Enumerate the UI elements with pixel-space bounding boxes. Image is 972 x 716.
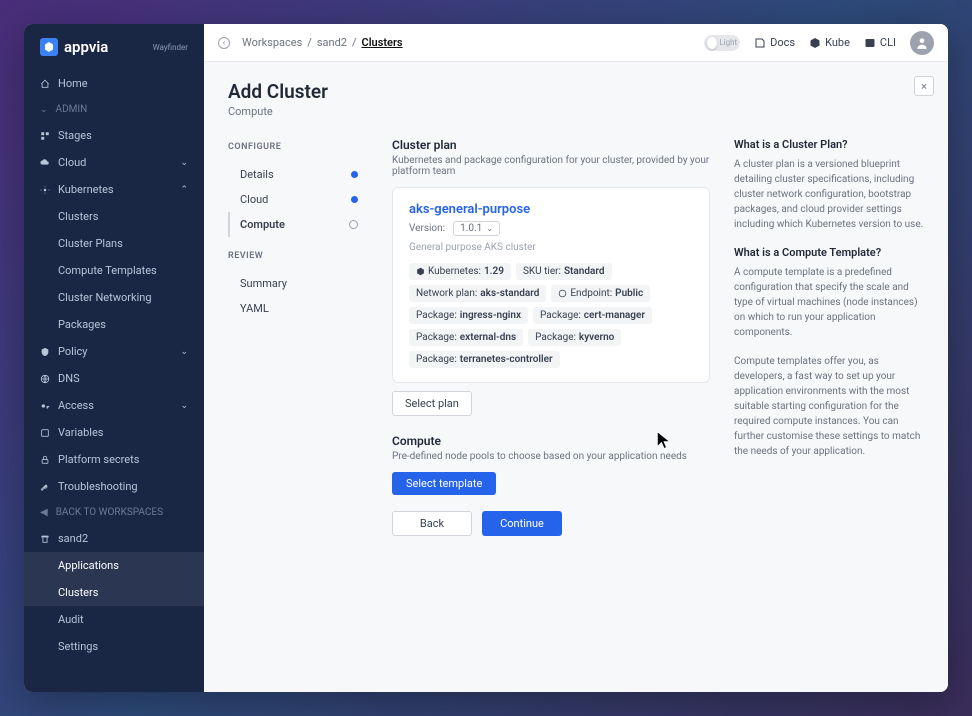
chevron-down-icon: ⌄ — [180, 401, 188, 411]
nav-k8s-clusters[interactable]: Clusters — [24, 203, 204, 230]
back-icon[interactable]: ‹ — [218, 37, 230, 49]
nav-back-workspaces[interactable]: ◀ BACK TO WORKSPACES — [24, 500, 204, 525]
plan-name: aks-general-purpose — [409, 202, 693, 217]
docs-icon — [754, 37, 766, 49]
compute-section-desc: Pre-defined node pools to choose based o… — [392, 451, 710, 462]
arrow-left-icon: ◀ — [40, 507, 48, 518]
nav-variables[interactable]: Variables — [24, 419, 204, 446]
kube-link[interactable]: Kube — [809, 36, 850, 49]
crumb-sand2[interactable]: sand2 — [317, 36, 347, 49]
tag-sku: SKU tier: Standard — [516, 263, 612, 280]
crumb-clusters[interactable]: Clusters — [362, 36, 403, 49]
content: × Add Cluster Compute CONFIGURE Details … — [204, 62, 948, 692]
wizard-step-details[interactable]: Details — [228, 162, 368, 187]
help-text-3: Compute templates offer you, as develope… — [734, 354, 924, 459]
kube-icon — [809, 37, 821, 49]
plan-description: General purpose AKS cluster — [409, 242, 693, 253]
tag-pkg-kyverno: Package: kyverno — [528, 329, 621, 346]
plan-card: aks-general-purpose Version: 1.0.1 ⌄ Gen… — [392, 187, 710, 383]
logo-icon — [40, 38, 58, 56]
layout-columns: CONFIGURE Details Cloud Compute REVIEW S… — [228, 138, 924, 536]
user-icon — [915, 36, 929, 50]
help-panel: What is a Cluster Plan? A cluster plan i… — [734, 138, 924, 536]
select-plan-button[interactable]: Select plan — [392, 391, 472, 416]
action-buttons: Back Continue — [392, 511, 710, 536]
cli-link[interactable]: CLI — [864, 36, 896, 49]
globe-icon — [558, 289, 567, 298]
nav-k8s-packages[interactable]: Packages — [24, 311, 204, 338]
nav-policy[interactable]: Policy ⌄ — [24, 338, 204, 365]
nav-ws-clusters[interactable]: Clusters — [24, 579, 204, 606]
chevron-down-icon: ⌄ — [180, 347, 188, 357]
tag-pkg-terranetes: Package: terranetes-controller — [409, 351, 560, 368]
chevron-up-icon: ⌃ — [180, 185, 188, 195]
cli-icon — [864, 37, 876, 49]
nav-k8s-compute-templates[interactable]: Compute Templates — [24, 257, 204, 284]
wizard-nav: CONFIGURE Details Cloud Compute REVIEW S… — [228, 138, 368, 536]
nav-kubernetes[interactable]: Kubernetes ⌃ — [24, 176, 204, 203]
nav-cloud[interactable]: Cloud ⌄ — [24, 149, 204, 176]
back-button[interactable]: Back — [392, 511, 472, 536]
wizard-step-summary[interactable]: Summary — [228, 271, 368, 296]
tag-endpoint: Endpoint: Public — [551, 285, 650, 302]
wizard-review-label: REVIEW — [228, 251, 368, 261]
wizard-configure-label: CONFIGURE — [228, 142, 368, 152]
docs-link[interactable]: Docs — [754, 36, 795, 49]
nav-dns[interactable]: DNS — [24, 365, 204, 392]
version-label: Version: — [409, 223, 445, 234]
help-text-1: A cluster plan is a versioned blueprint … — [734, 157, 924, 232]
chevron-down-icon: ⌄ — [180, 158, 188, 168]
topbar: ‹ Workspaces / sand2 / Clusters Light Do… — [204, 24, 948, 62]
tag-network: Network plan: aks-standard — [409, 285, 546, 302]
logo: appvia Wayfinder — [24, 24, 204, 70]
user-avatar[interactable] — [910, 31, 934, 55]
help-title-2: What is a Compute Template? — [734, 246, 924, 259]
topbar-right: Light Docs Kube CLI — [704, 31, 934, 55]
nav-k8s-cluster-plans[interactable]: Cluster Plans — [24, 230, 204, 257]
crumb-workspaces[interactable]: Workspaces — [242, 36, 302, 49]
continue-button[interactable]: Continue — [482, 511, 562, 536]
nav-home-label: Home — [58, 77, 88, 90]
nav-admin-section[interactable]: ⌄ ADMIN — [24, 97, 204, 122]
nav-k8s-cluster-networking[interactable]: Cluster Networking — [24, 284, 204, 311]
toggle-knob — [707, 37, 717, 49]
kubernetes-icon — [416, 267, 425, 276]
nav-platform-secrets[interactable]: Platform secrets — [24, 446, 204, 473]
form-column: Cluster plan Kubernetes and package conf… — [392, 138, 710, 536]
nav-ws-applications[interactable]: Applications — [24, 552, 204, 579]
wizard-step-compute[interactable]: Compute — [228, 212, 368, 237]
nav-ws-audit[interactable]: Audit — [24, 606, 204, 633]
nav-ws-settings[interactable]: Settings — [24, 633, 204, 660]
theme-toggle[interactable]: Light — [704, 35, 740, 51]
help-text-2: A compute template is a predefined confi… — [734, 265, 924, 340]
wizard-step-yaml[interactable]: YAML — [228, 296, 368, 321]
tag-pkg-cert: Package: cert-manager — [533, 307, 652, 324]
plan-section-desc: Kubernetes and package configuration for… — [392, 155, 710, 177]
nav-troubleshooting[interactable]: Troubleshooting — [24, 473, 204, 500]
page-subtitle: Compute — [228, 105, 924, 118]
wizard-step-cloud[interactable]: Cloud — [228, 187, 368, 212]
tag-pkg-extdns: Package: external-dns — [409, 329, 523, 346]
chevron-down-icon: ⌄ — [486, 224, 493, 233]
close-button[interactable]: × — [914, 76, 934, 96]
nav-home[interactable]: Home — [24, 70, 204, 97]
sidebar: appvia Wayfinder Home ⌄ ADMIN Stages Clo… — [24, 24, 204, 692]
brand-name: appvia — [64, 38, 108, 56]
plan-section-title: Cluster plan — [392, 138, 710, 152]
plan-tags: Kubernetes: 1.29 SKU tier: Standard Netw… — [409, 263, 693, 368]
tag-pkg-ingress: Package: ingress-nginx — [409, 307, 528, 324]
tag-kubernetes: Kubernetes: 1.29 — [409, 263, 511, 280]
select-template-button[interactable]: Select template — [392, 472, 496, 495]
breadcrumb: Workspaces / sand2 / Clusters — [242, 36, 403, 49]
compute-section-title: Compute — [392, 434, 710, 448]
nav-workspace[interactable]: sand2 — [24, 525, 204, 552]
nav-access[interactable]: Access ⌄ — [24, 392, 204, 419]
main-area: ‹ Workspaces / sand2 / Clusters Light Do… — [204, 24, 948, 692]
page-title: Add Cluster — [228, 80, 924, 103]
version-select[interactable]: 1.0.1 ⌄ — [453, 221, 500, 236]
help-title-1: What is a Cluster Plan? — [734, 138, 924, 151]
brand-sub: Wayfinder — [153, 43, 188, 52]
nav-stages[interactable]: Stages — [24, 122, 204, 149]
app-window: appvia Wayfinder Home ⌄ ADMIN Stages Clo… — [24, 24, 948, 692]
